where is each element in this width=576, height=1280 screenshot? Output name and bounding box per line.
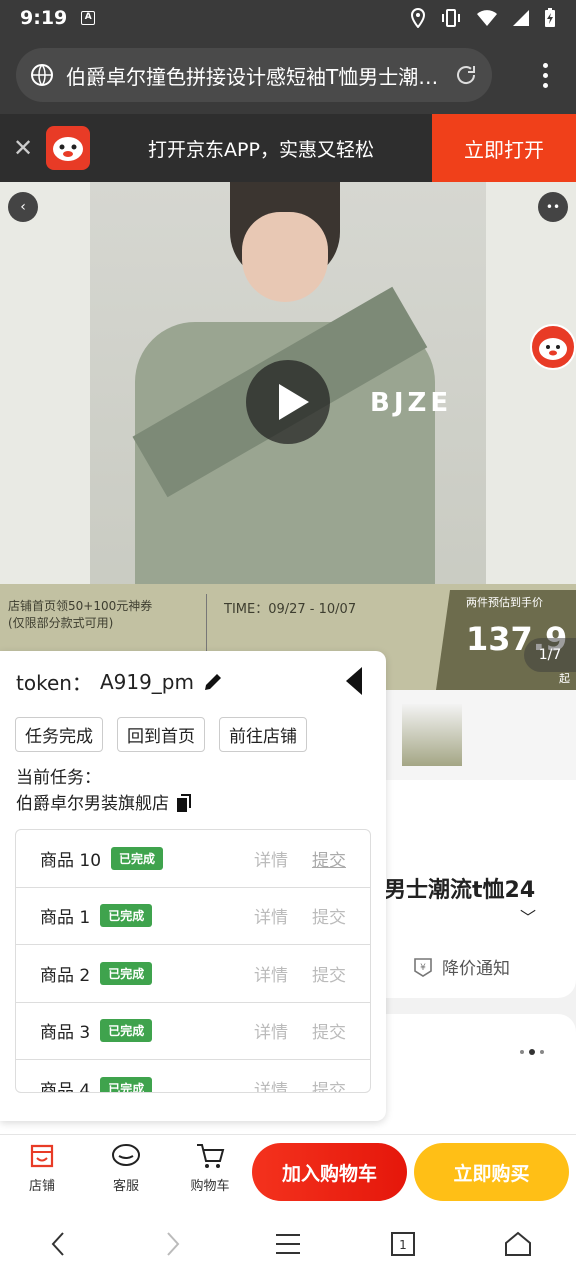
status-badge: 已完成 xyxy=(100,1076,153,1092)
submit-link[interactable]: 提交 xyxy=(312,846,346,871)
back-home-button[interactable]: 回到首页 xyxy=(117,717,205,752)
detail-link[interactable]: 详情 xyxy=(254,1018,288,1043)
buy-now-button[interactable]: 立即购买 xyxy=(414,1143,569,1201)
token-row: token： A919_pm xyxy=(16,667,224,696)
menu-icon[interactable] xyxy=(530,62,560,88)
current-task-label: 当前任务： xyxy=(16,768,101,788)
url-field[interactable]: 伯爵卓尔撞色拼接设计感短袖T恤男士潮流t恤2... xyxy=(16,48,492,102)
task-name: 商品 1 xyxy=(40,908,91,929)
more-icon[interactable]: •• xyxy=(538,192,568,222)
status-badge: 已完成 xyxy=(111,846,164,870)
shop-tab[interactable]: 店铺 xyxy=(12,1141,72,1194)
close-icon[interactable]: ✕ xyxy=(0,134,46,162)
task-list[interactable]: 商品 10 已完成 详情 提交 商品 1 已完成 详情 提交 商品 2 已完成 … xyxy=(15,829,371,1093)
current-task: 当前任务： 伯爵卓尔男装旗舰店 xyxy=(16,765,193,817)
jd-logo xyxy=(46,126,90,170)
promo-time: TIME：09/27 - 10/07 xyxy=(224,602,357,617)
wifi-icon xyxy=(477,10,497,26)
app-banner: ✕ 打开京东APP，实惠又轻松 立即打开 xyxy=(0,114,576,182)
add-to-cart-button[interactable]: 加入购物车 xyxy=(252,1143,407,1201)
shop-icon xyxy=(30,1144,54,1168)
service-tab[interactable]: 客服 xyxy=(96,1141,156,1194)
back-icon[interactable]: ‹ xyxy=(8,192,38,222)
vibrate-icon xyxy=(442,9,460,27)
submit-link[interactable]: 提交 xyxy=(312,1076,346,1092)
promo-coupon-text: 店铺首页领50+100元神券 xyxy=(8,599,153,613)
thumbnail[interactable] xyxy=(402,704,462,766)
service-label: 客服 xyxy=(112,1179,139,1194)
collapse-panel-icon[interactable] xyxy=(346,667,362,695)
status-bar: 9:19 A xyxy=(0,0,576,36)
pager-dots xyxy=(520,1049,544,1055)
price-label: 两件预估到手价 xyxy=(466,596,543,609)
reload-icon[interactable] xyxy=(454,63,478,87)
brand-watermark: BJZE xyxy=(370,388,453,418)
product-gallery[interactable]: BJZE ‹ •• 店铺首页领50+100元神券 (仅限部分款式可用) TIME… xyxy=(0,182,576,690)
tabs-icon[interactable]: 1 xyxy=(373,1214,433,1274)
home-icon[interactable] xyxy=(488,1214,548,1274)
task-panel: token： A919_pm 任务完成 回到首页 前往店铺 当前任务： 伯爵卓尔… xyxy=(0,651,386,1121)
menu-lines-icon[interactable] xyxy=(258,1214,318,1274)
browser-toolbar: 伯爵卓尔撞色拼接设计感短袖T恤男士潮流t恤2... xyxy=(0,36,576,114)
task-row: 商品 4 已完成 详情 提交 xyxy=(16,1060,370,1093)
submit-link[interactable]: 提交 xyxy=(312,903,346,928)
task-row: 商品 2 已完成 详情 提交 xyxy=(16,945,370,1003)
token-value: A919_pm xyxy=(99,669,194,694)
status-badge: 已完成 xyxy=(100,1019,153,1043)
task-name: 商品 3 xyxy=(40,1023,91,1044)
cart-icon xyxy=(197,1144,225,1168)
copy-icon[interactable] xyxy=(175,794,193,814)
status-badge: 已完成 xyxy=(100,904,153,928)
panel-actions: 任务完成 回到首页 前往店铺 xyxy=(15,717,307,752)
chevron-down-icon[interactable]: ﹀ xyxy=(520,904,536,928)
promo-coupon-sub: (仅限部分款式可用) xyxy=(8,616,114,630)
price-notice-label: 降价通知 xyxy=(442,959,510,979)
page-title: 伯爵卓尔撞色拼接设计感短袖T恤男士潮流t恤2... xyxy=(66,64,442,89)
banner-message: 打开京东APP，实惠又轻松 xyxy=(148,138,374,161)
cart-tab[interactable]: 购物车 xyxy=(180,1141,240,1194)
battery-icon xyxy=(545,8,555,27)
browser-nav-bar: 1 xyxy=(0,1208,576,1280)
detail-link[interactable]: 详情 xyxy=(254,961,288,986)
task-row: 商品 3 已完成 详情 提交 xyxy=(16,1003,370,1060)
task-complete-button[interactable]: 任务完成 xyxy=(15,717,103,752)
back-nav-icon[interactable] xyxy=(28,1214,88,1274)
globe-icon xyxy=(31,64,53,86)
yen-tag-icon: ¥ xyxy=(414,957,432,977)
bottom-action-bar: 店铺 客服 购物车 加入购物车 立即购买 xyxy=(0,1134,576,1208)
image-counter: 1/7 xyxy=(524,638,576,672)
submit-link[interactable]: 提交 xyxy=(312,961,346,986)
open-app-button[interactable]: 立即打开 xyxy=(432,114,576,182)
submit-link[interactable]: 提交 xyxy=(312,1018,346,1043)
signal-icon xyxy=(513,10,529,26)
task-row: 商品 10 已完成 详情 提交 xyxy=(16,830,370,888)
play-video-button[interactable] xyxy=(246,360,330,444)
task-name: 商品 2 xyxy=(40,965,91,986)
status-badge: 已完成 xyxy=(100,961,153,985)
price-notice-button[interactable]: ¥ 降价通知 xyxy=(412,954,510,979)
svg-text:1: 1 xyxy=(399,1238,407,1252)
task-row: 商品 1 已完成 详情 提交 xyxy=(16,888,370,945)
task-name: 商品 4 xyxy=(40,1080,91,1093)
cart-label: 购物车 xyxy=(190,1179,230,1194)
svg-text:¥: ¥ xyxy=(420,963,426,973)
token-label: token： xyxy=(16,671,92,695)
detail-link[interactable]: 详情 xyxy=(254,846,288,871)
detail-link[interactable]: 详情 xyxy=(254,903,288,928)
edit-pencil-icon[interactable] xyxy=(202,671,224,693)
task-name: 商品 10 xyxy=(40,850,102,871)
chat-icon xyxy=(112,1144,140,1166)
forward-nav-icon[interactable] xyxy=(143,1214,203,1274)
detail-link[interactable]: 详情 xyxy=(254,1076,288,1092)
price-suffix: 起 xyxy=(559,672,570,685)
a-icon: A xyxy=(81,11,96,25)
shop-label: 店铺 xyxy=(28,1179,55,1194)
go-shop-button[interactable]: 前往店铺 xyxy=(219,717,307,752)
jd-float-icon[interactable] xyxy=(530,324,576,370)
shop-name: 伯爵卓尔男装旗舰店 xyxy=(16,794,169,814)
clock: 9:19 xyxy=(20,7,68,29)
location-icon xyxy=(410,8,426,28)
status-icons xyxy=(410,8,556,28)
product-name: 男士潮流t恤24 xyxy=(384,878,536,903)
